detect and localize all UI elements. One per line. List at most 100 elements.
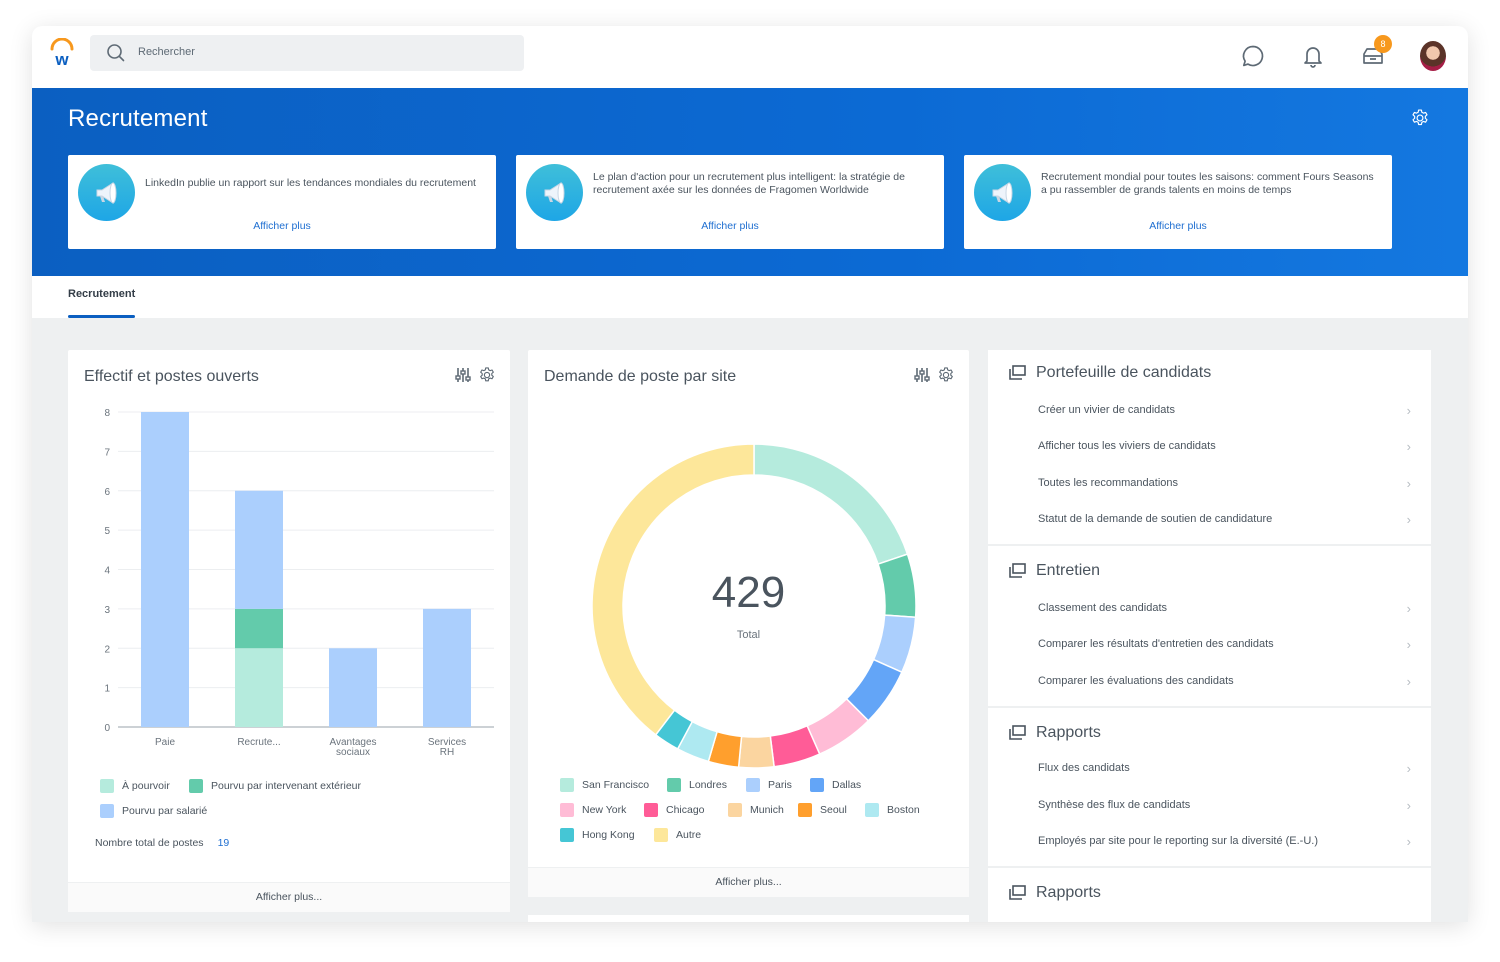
x-tick-label: RH	[440, 747, 454, 758]
bar-segment[interactable]	[423, 608, 471, 727]
bar-segment[interactable]	[141, 412, 189, 727]
total-label: Nombre total de postes	[95, 837, 204, 849]
inbox-badge: 8	[1374, 35, 1392, 53]
legend-item[interactable]: Pourvu par intervenant extérieur	[189, 779, 361, 793]
gear-icon[interactable]	[937, 366, 955, 384]
legend-item[interactable]: Pourvu par salarié	[100, 804, 207, 818]
total-value[interactable]: 19	[218, 837, 230, 849]
show-more-button[interactable]: Afficher plus...	[528, 867, 969, 897]
legend-label: Seoul	[820, 804, 847, 816]
y-tick-label: 6	[104, 487, 110, 498]
legend-item[interactable]: Chicago	[644, 803, 705, 817]
y-tick-label: 7	[104, 447, 110, 458]
total-positions: Nombre total de postes 19	[95, 837, 229, 849]
filter-sliders-icon[interactable]	[913, 366, 931, 384]
inbox-button[interactable]: 8	[1360, 35, 1392, 69]
list-item[interactable]: Créer un vivier de candidats ›	[1038, 400, 1411, 420]
legend-label: Chicago	[666, 804, 705, 816]
section-reports: Rapports Flux des candidats › Synthèse de…	[988, 708, 1431, 866]
legend-item[interactable]: Munich	[728, 803, 784, 817]
news-card: Le plan d'action pour un recrutement plu…	[516, 155, 944, 249]
chevron-right-icon: ›	[1406, 833, 1411, 849]
list-item[interactable]: Afficher tous les viviers de candidats ›	[1038, 436, 1411, 456]
chevron-right-icon: ›	[1406, 438, 1411, 454]
gear-icon[interactable]	[478, 366, 496, 384]
workday-logo[interactable]: w	[48, 38, 76, 68]
donut-slice[interactable]	[753, 443, 909, 566]
list-item-label: Afficher tous les viviers de candidats	[1038, 440, 1216, 452]
bar-segment[interactable]	[329, 648, 377, 727]
card-title: Effectif et postes ouverts	[84, 368, 259, 385]
list-item[interactable]: Comparer les évaluations des candidats ›	[1038, 671, 1411, 691]
legend-item[interactable]: Seoul	[798, 803, 847, 817]
notifications-button[interactable]	[1300, 43, 1326, 69]
legend-item[interactable]: San Francisco	[560, 778, 649, 792]
chat-icon	[1242, 45, 1264, 67]
list-item[interactable]: Flux des candidats ›	[1038, 758, 1411, 778]
y-tick-label: 5	[104, 526, 110, 537]
news-text: LinkedIn publie un rapport sur les tenda…	[145, 177, 476, 189]
legend-item[interactable]: Autre	[654, 828, 701, 842]
search-input[interactable]: Rechercher	[90, 35, 524, 71]
y-tick-label: 4	[104, 566, 110, 577]
legend-item[interactable]: Paris	[746, 778, 792, 792]
list-item[interactable]: Statut de la demande de soutien de candi…	[1038, 509, 1411, 529]
megaphone-icon	[526, 164, 583, 221]
section-title: Rapports	[1036, 724, 1101, 741]
legend-label: Hong Kong	[582, 829, 635, 841]
x-tick-label: Paie	[155, 737, 175, 748]
chevron-right-icon: ›	[1406, 600, 1411, 616]
legend-label: Londres	[689, 779, 727, 791]
bell-icon	[1304, 47, 1322, 68]
bar-legend: À pourvoir Pourvu par intervenant extéri…	[100, 779, 500, 829]
x-tick-label: sociaux	[336, 747, 370, 758]
list-item[interactable]: Classement des candidats ›	[1038, 598, 1411, 618]
list-item[interactable]: Toutes les recommandations ›	[1038, 473, 1411, 493]
legend-item[interactable]: New York	[560, 803, 626, 817]
next-card-stub	[528, 915, 969, 922]
legend-item[interactable]: À pourvoir	[100, 779, 170, 793]
chevron-right-icon: ›	[1406, 475, 1411, 491]
worklet-icon	[1009, 365, 1026, 380]
legend-item[interactable]: Dallas	[810, 778, 861, 792]
bar-segment[interactable]	[235, 648, 283, 727]
news-more-link[interactable]: Afficher plus	[68, 220, 496, 232]
news-card: LinkedIn publie un rapport sur les tenda…	[68, 155, 496, 249]
legend-swatch	[560, 778, 574, 792]
avatar	[1420, 41, 1446, 71]
list-item-label: Créer un vivier de candidats	[1038, 404, 1175, 416]
legend-swatch	[865, 803, 879, 817]
news-more-link[interactable]: Afficher plus	[516, 220, 944, 232]
legend-label: San Francisco	[582, 779, 650, 791]
show-more-button[interactable]: Afficher plus...	[68, 882, 510, 912]
legend-item[interactable]: Hong Kong	[560, 828, 635, 842]
list-item[interactable]: Comparer les résultats d'entretien des c…	[1038, 634, 1411, 654]
list-item[interactable]: Synthèse des flux de candidats ›	[1038, 795, 1411, 815]
legend-swatch	[644, 803, 658, 817]
legend-label: À pourvoir	[122, 780, 170, 792]
news-more-link[interactable]: Afficher plus	[964, 220, 1392, 232]
donut-slice[interactable]	[737, 735, 775, 769]
tab-recrutement[interactable]: Recrutement	[68, 288, 135, 300]
bar-segment[interactable]	[235, 608, 283, 649]
gear-icon[interactable]	[1410, 108, 1430, 128]
list-item-label: Comparer les évaluations des candidats	[1038, 675, 1234, 687]
filter-sliders-icon[interactable]	[454, 366, 472, 384]
legend-swatch	[728, 803, 742, 817]
section-title: Portefeuille de candidats	[1036, 364, 1212, 381]
section-title: Rapports	[1036, 884, 1101, 901]
chevron-right-icon: ›	[1406, 760, 1411, 776]
profile-button[interactable]	[1420, 41, 1446, 71]
card-title: Demande de poste par site	[544, 368, 737, 385]
bar-segment[interactable]	[235, 490, 283, 609]
list-item[interactable]: Employés par site pour le reporting sur …	[1038, 831, 1411, 851]
chevron-right-icon: ›	[1406, 673, 1411, 689]
legend-item[interactable]: Boston	[865, 803, 920, 817]
chat-button[interactable]	[1240, 43, 1266, 69]
section-interview: Entretien Classement des candidats › Comp…	[988, 546, 1431, 706]
megaphone-icon	[78, 164, 135, 221]
y-tick-label: 8	[104, 408, 110, 419]
legend-item[interactable]: Londres	[667, 778, 727, 792]
list-item-label: Flux des candidats	[1038, 762, 1130, 774]
legend-swatch	[654, 828, 668, 842]
